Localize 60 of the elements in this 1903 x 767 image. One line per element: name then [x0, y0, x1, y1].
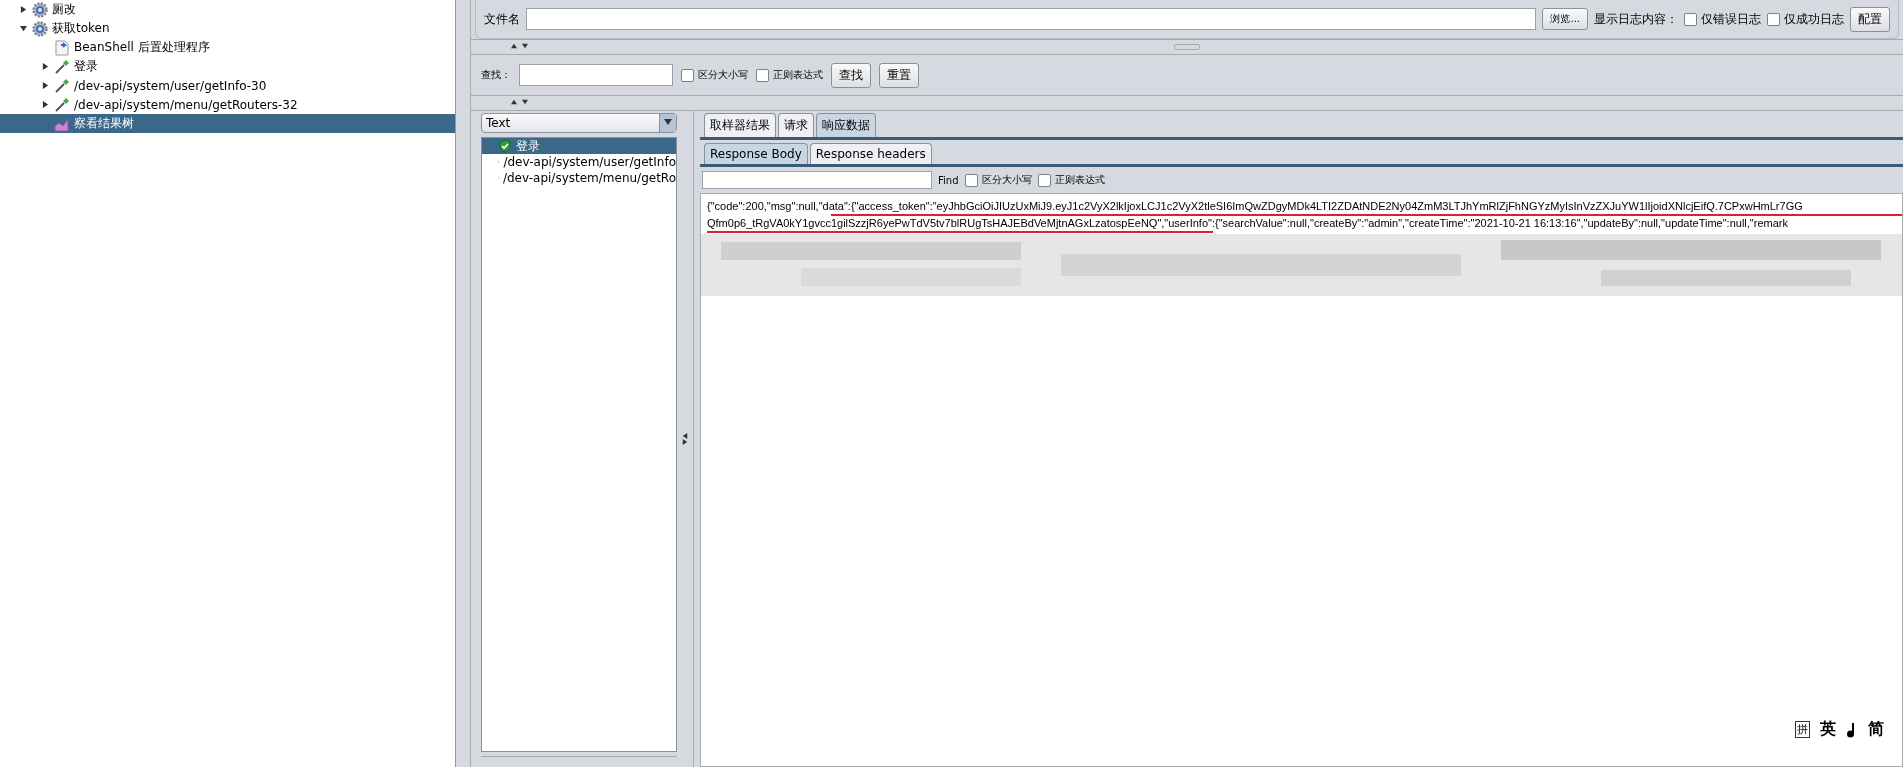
tree-item[interactable]: 厕改: [0, 0, 455, 19]
checkbox[interactable]: [1037, 173, 1051, 187]
gear-icon: [32, 20, 48, 37]
pipette-icon: [54, 77, 70, 94]
checkbox-label: 区分大小写: [981, 173, 1032, 187]
checkbox-label: 区分大小写: [698, 68, 748, 82]
checkbox[interactable]: [1767, 12, 1780, 26]
tab[interactable]: 响应数据: [816, 113, 876, 137]
collapsed-arrow-icon[interactable]: [19, 5, 27, 13]
collapsed-arrow-icon[interactable]: [41, 100, 49, 108]
checkbox-label: 仅错误日志: [1701, 10, 1761, 28]
tab[interactable]: Response headers: [809, 143, 932, 164]
down-arrow-icon[interactable]: [522, 43, 529, 49]
checkbox-label: 正则表达式: [773, 68, 823, 82]
right-arrow-icon[interactable]: [682, 439, 688, 445]
checkbox[interactable]: [756, 68, 769, 82]
expanded-arrow-icon[interactable]: [19, 24, 27, 32]
tree-item[interactable]: 察看结果树: [0, 114, 455, 133]
response-line: {"code":200,"msg":null,"data":{"access_token":"eyJhbGciOiJIUzUxMiJ9.eyJ1c2VyX2lkIjoxLCJ1c2VyX2tleSI6ImQwZDgyMDk4LTI2ZDAtNDE2Ny04ZmM3LTJhYmRlZjFhNGYzMyIsInVzZXJuYW1lIjoidXNlcjEifQ.7CPxwHmLr7GG: [707, 199, 1804, 214]
result-item[interactable]: 登录: [482, 138, 676, 154]
script-icon: [54, 39, 70, 56]
result-item[interactable]: /dev-api/system/menu/getRo: [482, 170, 676, 186]
tab[interactable]: Response Body: [704, 143, 808, 164]
result-item[interactable]: /dev-api/system/user/getInfo: [482, 154, 676, 170]
gear-icon: [32, 1, 48, 18]
left-arrow-icon[interactable]: [682, 433, 688, 439]
ime-toolbar[interactable]: 拼 英 简: [1795, 719, 1884, 740]
toolbar-button[interactable]: 重置: [879, 62, 919, 88]
response-line: Qfm0p6_tRgVA0kY1gvcc1gilSzzjR6yePwTdV5tv7blRUgTsHAJEBdVeMjtnAGxLzatospEeNQ","userInfo":{"searchValue":null,"createBy":"admin","createTime":"2021-10-21 16:13:16","updateBy":null,"updateTime":null,"remark: [707, 216, 1789, 231]
down-arrow-icon[interactable]: [522, 99, 529, 105]
collapsed-arrow-icon[interactable]: [41, 81, 49, 89]
tree-item[interactable]: /dev-api/system/user/getInfo-30: [0, 76, 455, 95]
toolbar-button[interactable]: 查找: [831, 62, 871, 88]
find-label: Find: [938, 174, 959, 186]
tree-item[interactable]: 登录: [0, 57, 455, 76]
tab[interactable]: 取样器结果: [704, 113, 776, 137]
collapsed-arrow-icon[interactable]: [41, 62, 49, 70]
renderer-dropdown[interactable]: Text: [481, 113, 677, 133]
checkbox[interactable]: [964, 173, 978, 187]
tree-item[interactable]: BeanShell 后置处理程序: [0, 38, 455, 57]
file-name-field[interactable]: [526, 8, 1537, 30]
up-arrow-icon[interactable]: [511, 43, 517, 49]
up-arrow-icon[interactable]: [511, 99, 517, 105]
checkbox-label: 正则表达式: [1054, 173, 1105, 187]
tree-item[interactable]: 获取token: [0, 19, 455, 38]
pipette-icon: [54, 58, 70, 75]
tab[interactable]: 请求: [778, 113, 814, 137]
log-label: 显示日志内容：: [1594, 10, 1678, 28]
dropdown-arrow-icon[interactable]: [664, 118, 672, 126]
browse-button[interactable]: 浏览...: [1542, 8, 1588, 30]
search-label: 查找：: [481, 68, 511, 82]
pipette-icon: [54, 96, 70, 113]
search-field[interactable]: [519, 64, 673, 86]
tree-item[interactable]: /dev-api/system/menu/getRouters-32: [0, 95, 455, 114]
checkbox[interactable]: [1684, 12, 1697, 26]
checkbox[interactable]: [681, 68, 694, 82]
file-label: 文件名: [484, 10, 520, 28]
config-button[interactable]: 配置: [1850, 6, 1890, 32]
checkbox-label: 仅成功日志: [1784, 10, 1844, 28]
find-field[interactable]: [702, 171, 932, 189]
